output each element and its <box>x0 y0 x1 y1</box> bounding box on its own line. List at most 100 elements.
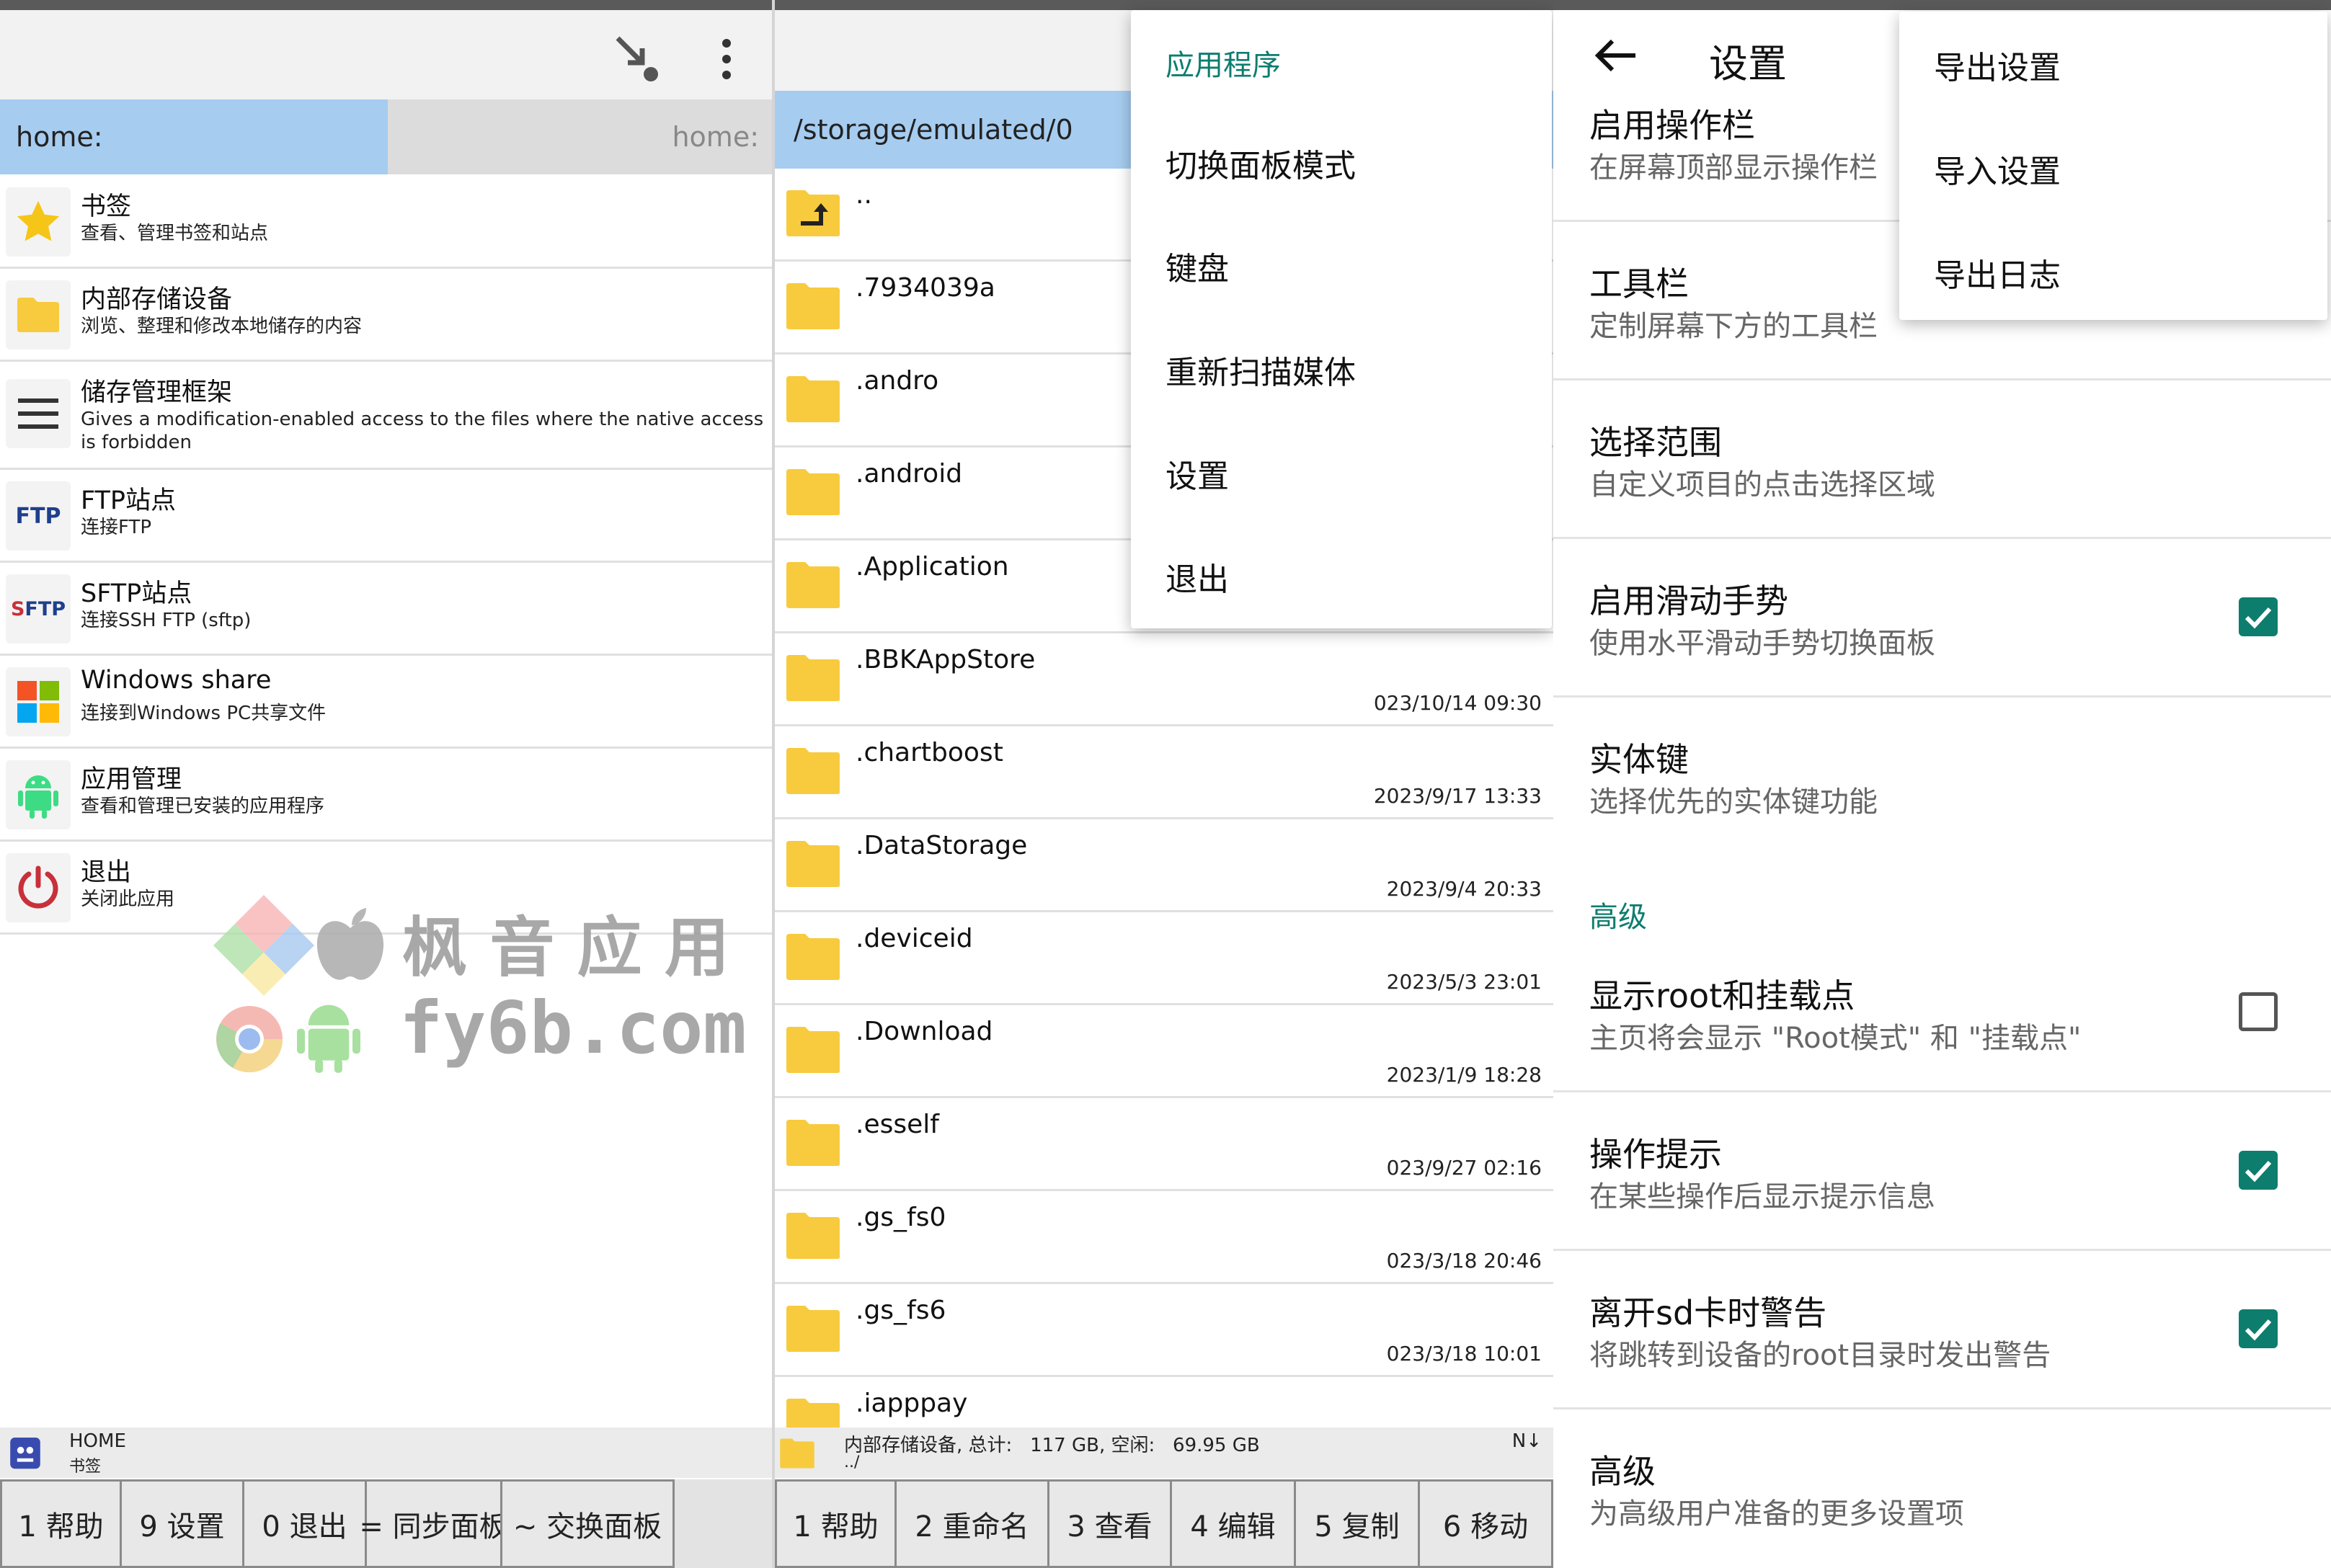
fkey-swap-panels[interactable]: ~ 交换面板 <box>500 1479 675 1568</box>
item-title: 书签 <box>81 192 132 221</box>
watermark-chrome-icon <box>216 1006 283 1073</box>
item-title: SFTP站点 <box>81 579 192 608</box>
file-name: .DataStorage <box>856 831 1028 860</box>
file-date: 2023/5/3 23:01 <box>1386 970 1542 994</box>
folder-icon <box>6 280 71 349</box>
setting-title: 启用滑动手势 <box>1589 582 1788 620</box>
item-subtitle: Gives a modification-enabled access to t… <box>81 409 764 453</box>
menu-item-exit[interactable]: 退出 <box>1166 553 1229 600</box>
folder-icon <box>786 1213 840 1259</box>
item-subtitle: 浏览、整理和修改本地储存的内容 <box>81 316 363 337</box>
transfer-arrow-icon[interactable] <box>610 32 665 86</box>
root-mounts-checkbox[interactable] <box>2239 992 2278 1031</box>
sort-indicator[interactable]: N↓ <box>1512 1430 1542 1452</box>
item-subtitle: 连接到Windows PC共享文件 <box>81 703 327 724</box>
file-row[interactable]: .Download 2023/1/9 18:28 <box>775 1005 1553 1098</box>
list-item-bookmarks[interactable]: 书签 查看、管理书签和站点 <box>0 176 772 269</box>
setting-subtitle: 选择优先的实体键功能 <box>1589 785 1878 819</box>
file-date: 2023/9/17 13:33 <box>1373 784 1542 808</box>
menu-item-export-log[interactable]: 导出日志 <box>1934 249 2061 295</box>
setting-subtitle: 使用水平滑动手势切换面板 <box>1589 627 1935 660</box>
file-row[interactable]: .esself 023/9/27 02:16 <box>775 1098 1553 1191</box>
setting-row-advanced[interactable]: 高级 为高级用户准备的更多设置项 <box>1553 1409 2331 1568</box>
back-arrow-icon[interactable] <box>1594 37 1637 74</box>
fkey-settings[interactable]: 9 设置 <box>120 1479 242 1568</box>
folder-icon <box>786 1306 840 1352</box>
menu-item-toggle-panel-mode[interactable]: 切换面板模式 <box>1166 140 1356 186</box>
settings-panel: 设置 启用操作栏 在屏幕顶部显示操作栏 工具栏 定制屏幕下方的工具栏 选择范围 … <box>1553 0 2331 1568</box>
menu-item-import-settings[interactable]: 导入设置 <box>1934 146 2061 192</box>
middle-function-keys: 1 帮助 2 重命名 3 查看 4 编辑 5 复制 6 移动 <box>775 1479 1553 1568</box>
item-title: Windows share <box>81 666 272 695</box>
list-item-windows-share[interactable]: Windows share 连接到Windows PC共享文件 <box>0 656 772 749</box>
more-options-icon[interactable] <box>699 32 754 86</box>
app-logo-icon <box>10 1438 40 1469</box>
setting-subtitle: 在某些操作后显示提示信息 <box>1589 1180 1935 1213</box>
file-row[interactable]: .BBKAppStore 023/10/14 09:30 <box>775 633 1553 726</box>
setting-row-swipe-gesture[interactable]: 启用滑动手势 使用水平滑动手势切换面板 <box>1553 539 2331 698</box>
setting-row-hardware-keys[interactable]: 实体键 选择优先的实体键功能 <box>1553 698 2331 863</box>
list-item-exit[interactable]: 退出 关闭此应用 <box>0 842 772 935</box>
menu-item-keyboard[interactable]: 键盘 <box>1166 243 1229 289</box>
left-path-inactive[interactable]: home: <box>388 99 772 174</box>
left-path-active[interactable]: home: <box>0 99 388 174</box>
sd-warning-checkbox[interactable] <box>2239 1309 2278 1348</box>
setting-row-operation-tips[interactable]: 操作提示 在某些操作后显示提示信息 <box>1553 1092 2331 1251</box>
folder-icon <box>786 841 840 887</box>
setting-title: 操作提示 <box>1589 1135 1722 1174</box>
item-subtitle: 关闭此应用 <box>81 888 175 910</box>
folder-icon <box>786 562 840 608</box>
ftp-icon: FTP <box>6 481 71 551</box>
fkey-view[interactable]: 3 查看 <box>1047 1479 1170 1568</box>
power-icon <box>6 853 71 922</box>
storage-summary: 内部存储设备, 总计: 117 GB, 空闲: 69.95 GB <box>844 1435 1260 1456</box>
file-name: .Download <box>856 1017 993 1046</box>
fkey-exit[interactable]: 0 退出 <box>242 1479 365 1568</box>
folder-icon <box>786 1027 840 1073</box>
section-header-advanced: 高级 <box>1589 901 1647 934</box>
file-name: .chartboost <box>856 738 1003 767</box>
setting-row-root-mounts[interactable]: 显示root和挂载点 主页将会显示 "Root模式" 和 "挂载点" <box>1553 934 2331 1092</box>
file-row[interactable]: .DataStorage 2023/9/4 20:33 <box>775 819 1553 912</box>
fkey-rename[interactable]: 2 重命名 <box>894 1479 1047 1568</box>
list-item-internal-storage[interactable]: 内部存储设备 浏览、整理和修改本地储存的内容 <box>0 269 772 362</box>
file-name: .android <box>856 459 963 489</box>
operation-tips-checkbox[interactable] <box>2239 1151 2278 1190</box>
fkey-help[interactable]: 1 帮助 <box>775 1479 894 1568</box>
list-item-sftp[interactable]: S FTP SFTP站点 连接SSH FTP (sftp) <box>0 563 772 656</box>
file-row[interactable]: .chartboost 2023/9/17 13:33 <box>775 726 1553 819</box>
setting-subtitle: 定制屏幕下方的工具栏 <box>1589 310 1878 343</box>
folder-up-icon <box>786 190 840 236</box>
android-icon <box>6 760 71 829</box>
file-row[interactable]: .gs_fs6 023/3/18 10:01 <box>775 1284 1553 1377</box>
status-strip <box>775 0 1553 10</box>
swipe-gesture-checkbox[interactable] <box>2239 597 2278 636</box>
setting-row-select-range[interactable]: 选择范围 自定义项目的点击选择区域 <box>1553 380 2331 539</box>
menu-item-settings[interactable]: 设置 <box>1166 450 1229 496</box>
folder-icon <box>786 376 840 422</box>
setting-row-sd-warning[interactable]: 离开sd卡时警告 将跳转到设备的root目录时发出警告 <box>1553 1251 2331 1409</box>
list-item-storage-framework[interactable]: 储存管理框架 Gives a modification-enabled acce… <box>0 362 772 470</box>
setting-subtitle: 自定义项目的点击选择区域 <box>1589 468 1935 502</box>
folder-icon <box>786 934 840 980</box>
fkey-sync-panels[interactable]: = 同步面板 <box>359 1479 508 1568</box>
list-item-ftp[interactable]: FTP FTP站点 连接FTP <box>0 470 772 563</box>
file-row[interactable]: .gs_fs0 023/3/18 20:46 <box>775 1191 1553 1284</box>
setting-title: 选择范围 <box>1589 423 1722 462</box>
file-name: .deviceid <box>856 924 973 953</box>
fkey-help[interactable]: 1 帮助 <box>0 1479 120 1568</box>
menu-item-rescan-media[interactable]: 重新扫描媒体 <box>1166 347 1356 393</box>
file-row[interactable]: .deviceid 2023/5/3 23:01 <box>775 912 1553 1005</box>
setting-subtitle: 主页将会显示 "Root模式" 和 "挂载点" <box>1589 1022 2082 1055</box>
status-strip <box>1553 0 2331 10</box>
folder-icon <box>786 469 840 515</box>
fkey-edit[interactable]: 4 编辑 <box>1170 1479 1294 1568</box>
watermark-android-icon <box>297 1004 360 1073</box>
file-name: .BBKAppStore <box>856 645 1036 674</box>
file-date: 2023/1/9 18:28 <box>1386 1063 1542 1087</box>
fkey-copy[interactable]: 5 复制 <box>1294 1479 1418 1568</box>
setting-subtitle: 为高级用户准备的更多设置项 <box>1589 1497 1964 1531</box>
menu-item-export-settings[interactable]: 导出设置 <box>1934 42 2061 88</box>
list-item-app-manager[interactable]: 应用管理 查看和管理已安装的应用程序 <box>0 749 772 842</box>
fkey-move[interactable]: 6 移动 <box>1418 1479 1553 1568</box>
